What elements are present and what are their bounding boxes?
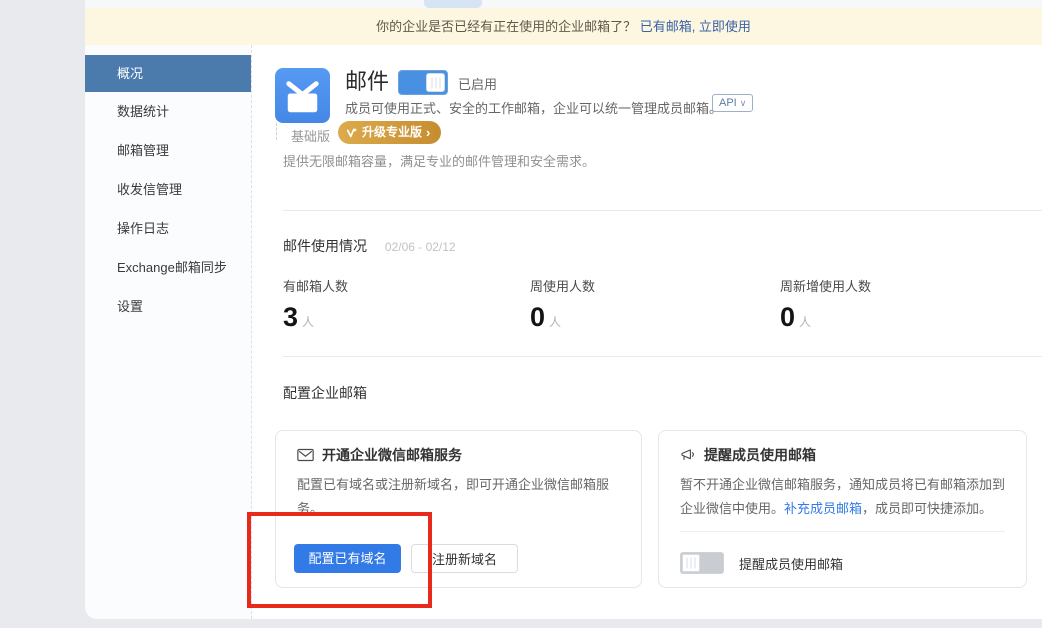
usage-date-range: 02/06 - 02/12 bbox=[385, 240, 456, 254]
sidebar-item-mailbox-management[interactable]: 邮箱管理 bbox=[85, 131, 251, 170]
api-badge-label: API bbox=[719, 97, 737, 109]
sidebar-item-data-stats[interactable]: 数据统计 bbox=[85, 92, 251, 131]
remind-members-toggle[interactable] bbox=[680, 552, 724, 574]
stat-label: 有邮箱人数 bbox=[283, 276, 348, 295]
card-divider bbox=[680, 531, 1005, 532]
stat-unit: 人 bbox=[549, 315, 561, 329]
banner-link[interactable]: 已有邮箱, 立即使用 bbox=[640, 19, 751, 34]
remind-toggle-row: 提醒成员使用邮箱 bbox=[680, 552, 843, 574]
chevron-right-icon: › bbox=[426, 121, 430, 144]
icon-connector-line bbox=[276, 123, 277, 140]
main-content: 邮件 已启用 成员可使用正式、安全的工作邮箱，企业可以统一管理成员邮箱。 API… bbox=[252, 45, 1042, 619]
card-remind-members: 提醒成员使用邮箱 暂不开通企业微信邮箱服务，通知成员将已有邮箱添加到企业微信中使… bbox=[658, 430, 1027, 588]
sidebar: 概况 数据统计 邮箱管理 收发信管理 操作日志 Exchange邮箱同步 设置 bbox=[85, 45, 252, 619]
chevron-down-icon: ∨ bbox=[740, 98, 747, 108]
card-title: 开通企业微信邮箱服务 bbox=[322, 445, 462, 465]
upgrade-label: 升级专业版 bbox=[362, 121, 422, 144]
toggle-knob bbox=[682, 554, 700, 572]
upgrade-icon bbox=[346, 127, 358, 139]
mail-enabled-toggle[interactable] bbox=[398, 70, 448, 95]
stat-label: 周使用人数 bbox=[530, 276, 595, 295]
card-description: 配置已有域名或注册新域名，即可开通企业微信邮箱服务。 bbox=[297, 473, 624, 521]
mail-admin-page: 你的企业是否已经有正在使用的企业邮箱了？ 已有邮箱, 立即使用 概况 数据统计 … bbox=[0, 0, 1042, 628]
top-strip bbox=[85, 0, 1042, 8]
card-title-row: 提醒成员使用邮箱 bbox=[680, 445, 816, 465]
sidebar-item-operation-log[interactable]: 操作日志 bbox=[85, 209, 251, 248]
card-enable-mail-service: 开通企业微信邮箱服务 配置已有域名或注册新域名，即可开通企业微信邮箱服务。 配置… bbox=[275, 430, 642, 588]
divider bbox=[283, 356, 1042, 357]
mail-app-icon bbox=[275, 68, 330, 123]
plan-badge: 基础版 bbox=[291, 126, 330, 145]
usage-section-title: 邮件使用情况 02/06 - 02/12 bbox=[283, 236, 456, 256]
remind-toggle-label: 提醒成员使用邮箱 bbox=[739, 554, 843, 573]
stat-mailbox-users: 有邮箱人数 3人 bbox=[283, 276, 348, 333]
supplement-mailbox-link[interactable]: 补充成员邮箱 bbox=[784, 501, 862, 516]
banner-question: 你的企业是否已经有正在使用的企业邮箱了？ bbox=[376, 19, 636, 34]
stat-unit: 人 bbox=[302, 315, 314, 329]
app-description: 成员可使用正式、安全的工作邮箱，企业可以统一管理成员邮箱。 bbox=[345, 98, 722, 117]
api-badge[interactable]: API∨ bbox=[712, 94, 753, 112]
divider bbox=[283, 210, 1042, 211]
stat-label: 周新增使用人数 bbox=[780, 276, 871, 295]
usage-title-text: 邮件使用情况 bbox=[283, 238, 367, 254]
sidebar-item-overview[interactable]: 概况 bbox=[85, 55, 251, 92]
card-title: 提醒成员使用邮箱 bbox=[704, 445, 816, 465]
sidebar-item-send-receive-management[interactable]: 收发信管理 bbox=[85, 170, 251, 209]
banner: 你的企业是否已经有正在使用的企业邮箱了？ 已有邮箱, 立即使用 bbox=[85, 8, 1042, 45]
sidebar-item-exchange-sync[interactable]: Exchange邮箱同步 bbox=[85, 248, 251, 287]
configure-existing-domain-button[interactable]: 配置已有域名 bbox=[294, 544, 401, 573]
enabled-status-label: 已启用 bbox=[458, 74, 497, 93]
stat-weekly-new-users: 周新增使用人数 0人 bbox=[780, 276, 871, 333]
stat-unit: 人 bbox=[799, 315, 811, 329]
stat-value: 0 bbox=[530, 302, 545, 332]
register-new-domain-button[interactable]: 注册新域名 bbox=[411, 544, 518, 573]
stat-value: 0 bbox=[780, 302, 795, 332]
megaphone-icon bbox=[680, 448, 696, 463]
stat-value: 3 bbox=[283, 302, 298, 332]
toggle-knob bbox=[426, 73, 445, 92]
stat-weekly-users: 周使用人数 0人 bbox=[530, 276, 595, 333]
envelope-outline-icon bbox=[297, 448, 314, 462]
top-tab bbox=[424, 0, 482, 8]
upgrade-pro-badge[interactable]: 升级专业版 › bbox=[338, 121, 441, 144]
card-title-row: 开通企业微信邮箱服务 bbox=[297, 445, 462, 465]
intro-text: 提供无限邮箱容量，满足专业的邮件管理和安全需求。 bbox=[283, 151, 601, 173]
card-description: 暂不开通企业微信邮箱服务，通知成员将已有邮箱添加到企业微信中使用。补充成员邮箱，… bbox=[680, 473, 1007, 521]
config-section-title: 配置企业邮箱 bbox=[283, 383, 367, 403]
remind-desc-part2: ，成员即可快捷添加。 bbox=[862, 501, 992, 516]
envelope-icon bbox=[275, 68, 330, 123]
page-title: 邮件 bbox=[345, 64, 389, 96]
sidebar-item-settings[interactable]: 设置 bbox=[85, 287, 251, 326]
